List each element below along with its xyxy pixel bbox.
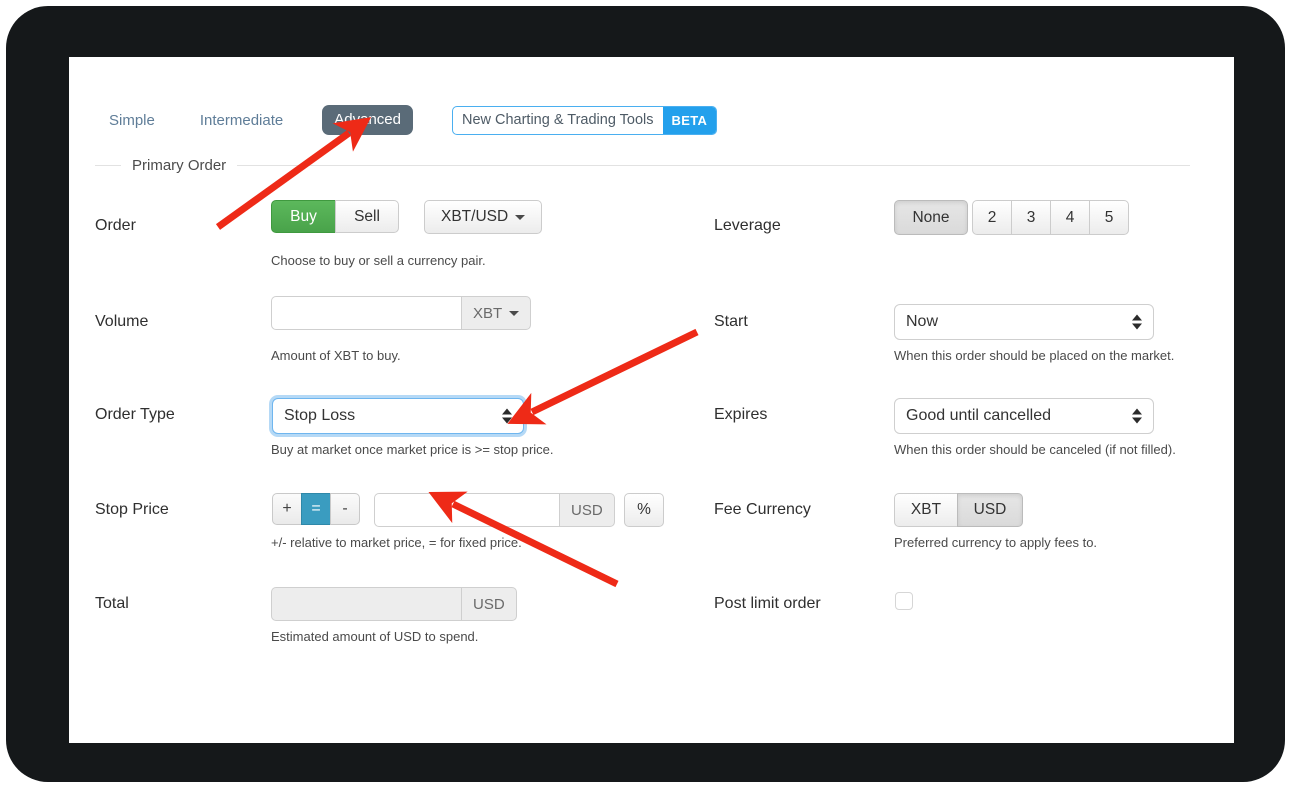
leverage-option-5[interactable]: 5 [1089,200,1129,235]
fee-currency-help-text: Preferred currency to apply fees to. [894,535,1098,550]
order-label: Order [95,217,136,234]
start-label: Start [714,313,748,330]
stepper-arrows-icon [1132,408,1142,424]
volume-label: Volume [95,313,149,330]
stepper-arrows-icon [502,408,512,424]
stop-price-help-text: +/- relative to market price, = for fixe… [271,535,522,550]
currency-pair-dropdown[interactable]: XBT/USD [424,200,543,234]
new-charting-tools-banner[interactable]: New Charting & Trading Tools BETA [451,105,718,135]
total-input [271,587,461,621]
expires-help-text: When this order should be canceled (if n… [894,442,1176,457]
volume-help-text: Amount of XBT to buy. [271,348,401,363]
tab-intermediate[interactable]: Intermediate [191,107,292,134]
sell-button[interactable]: Sell [335,200,399,233]
order-type-help-text: Buy at market once market price is >= st… [271,442,554,457]
legend-rule-left [95,164,121,166]
legend-label: Primary Order [132,156,227,174]
start-select[interactable]: Now [894,304,1154,340]
order-type-value: Stop Loss [284,407,356,424]
volume-input-group: XBT [271,296,532,330]
stepper-arrows-icon [1132,314,1142,330]
start-value: Now [906,313,939,330]
chevron-down-icon [509,310,520,316]
stop-price-minus-button[interactable]: - [330,493,360,525]
post-limit-order-checkbox[interactable] [895,592,913,610]
tab-simple[interactable]: Simple [100,107,164,134]
stop-price-sign-toggle: + = - [272,493,360,525]
buy-button[interactable]: Buy [271,200,336,233]
device-bezel: Simple Intermediate Advanced New Chartin… [6,6,1285,782]
fee-currency-label: Fee Currency [714,501,811,518]
stop-price-input-group: USD [374,493,615,527]
leverage-option-none[interactable]: None [894,200,968,235]
total-unit-addon: USD [461,587,517,621]
leverage-option-4[interactable]: 4 [1050,200,1090,235]
order-form-mode-tabs: Simple Intermediate Advanced New Chartin… [100,104,718,136]
total-input-group: USD [271,587,517,621]
legend-rule-right [237,164,1190,166]
stop-price-percent-button[interactable]: % [624,493,664,527]
stop-price-input[interactable] [374,493,559,527]
volume-unit-label: XBT [473,304,503,322]
stop-price-label: Stop Price [95,501,169,518]
fee-currency-option-xbt[interactable]: XBT [894,493,958,527]
expires-label: Expires [714,406,768,423]
tab-advanced[interactable]: Advanced [322,105,413,135]
fee-currency-option-usd[interactable]: USD [957,493,1023,527]
stop-price-equals-button[interactable]: = [301,493,331,525]
order-type-label: Order Type [95,406,175,423]
stop-price-unit-addon: USD [559,493,615,527]
trading-form-screen: Simple Intermediate Advanced New Chartin… [69,57,1234,743]
expires-value: Good until cancelled [906,407,1051,424]
leverage-label: Leverage [714,217,781,234]
stop-price-plus-button[interactable]: + [272,493,302,525]
leverage-options-group: 2 3 4 5 [972,200,1129,235]
order-type-select[interactable]: Stop Loss [272,398,524,434]
total-help-text: Estimated amount of USD to spend. [271,629,479,644]
fee-currency-toggle: XBT USD [894,493,1023,527]
volume-input[interactable] [271,296,461,330]
expires-select[interactable]: Good until cancelled [894,398,1154,434]
leverage-option-3[interactable]: 3 [1011,200,1051,235]
order-help-text: Choose to buy or sell a currency pair. [271,253,486,268]
chevron-down-icon [515,214,526,220]
new-charting-tools-label: New Charting & Trading Tools [461,112,654,128]
currency-pair-label: XBT/USD [441,208,509,225]
total-label: Total [95,595,129,612]
leverage-option-2[interactable]: 2 [972,200,1012,235]
order-side-toggle: Buy Sell [271,200,399,233]
primary-order-fieldset-legend: Primary Order [95,155,1190,175]
volume-unit-dropdown[interactable]: XBT [461,296,532,330]
post-limit-order-label: Post limit order [714,595,821,612]
start-help-text: When this order should be placed on the … [894,348,1175,363]
beta-badge: BETA [662,106,717,134]
